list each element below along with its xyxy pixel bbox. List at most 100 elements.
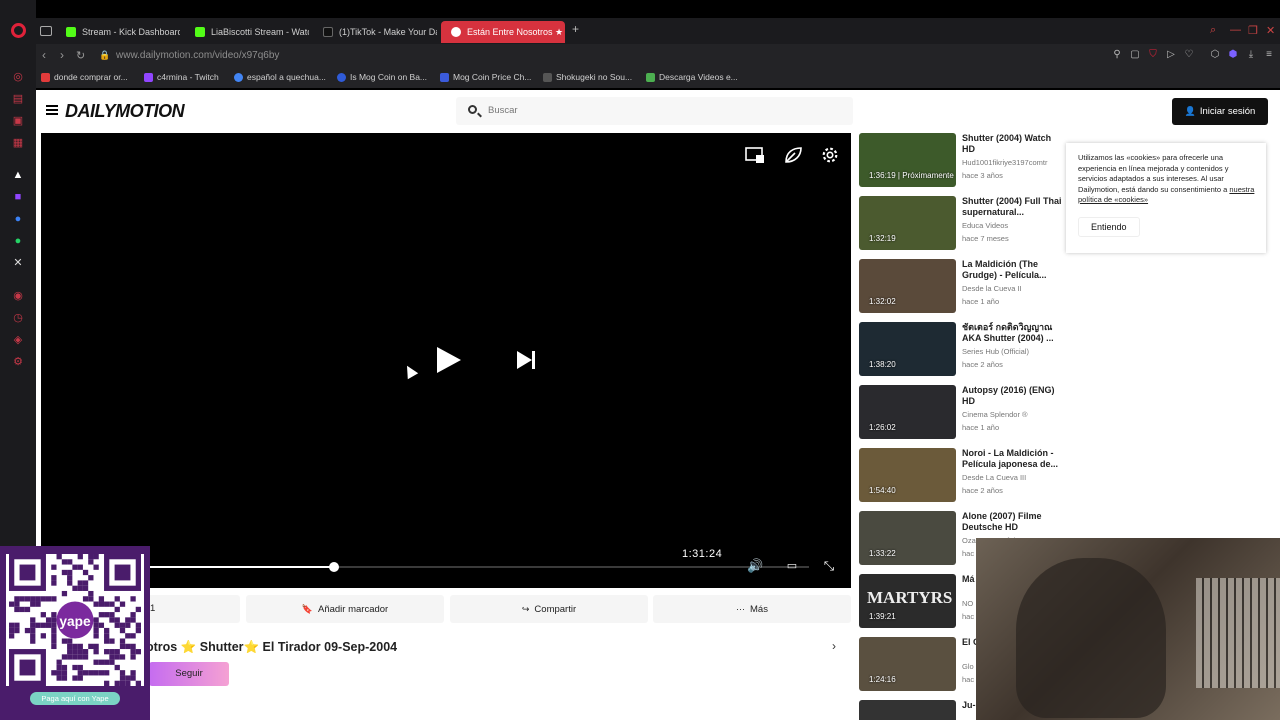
back-icon[interactable]: ‹	[42, 48, 46, 62]
related-title[interactable]: Alone (2007) Filme Deutsche HD	[962, 511, 1062, 532]
subtitles-icon[interactable]: ▭	[784, 558, 800, 574]
bookmarks-bar: donde comprar or... c4rmina - Twitch esp…	[36, 68, 1280, 88]
player-circle-icon[interactable]: ◉	[11, 289, 25, 303]
close-window-icon[interactable]: ✕	[1266, 24, 1275, 37]
whatsapp-icon[interactable]: ●	[11, 234, 25, 248]
forward-icon[interactable]: ›	[60, 48, 64, 62]
download-icon[interactable]: ⤓	[1245, 49, 1257, 61]
progress-bar[interactable]	[149, 562, 809, 572]
cast-icon[interactable]	[745, 146, 765, 164]
exit-fullscreen-icon[interactable]: ⤡	[821, 558, 837, 574]
next-video-icon[interactable]	[517, 351, 535, 369]
heart-icon[interactable]: ♡	[1183, 49, 1195, 61]
tab-dailymotion-active[interactable]: Están Entre Nosotros ★ Sh	[441, 21, 565, 43]
related-title[interactable]: Shutter (2004) Full Thai supernatural...	[962, 196, 1062, 217]
volume-icon[interactable]: 🔊	[747, 558, 763, 574]
twitch-icon[interactable]: ■	[11, 190, 25, 204]
play-icon[interactable]: ▷	[1165, 49, 1177, 61]
related-channel[interactable]: Hud1001fikriye3197comtr	[962, 158, 1058, 167]
tab-liabiscotti[interactable]: LiaBiscotti Stream - Watc	[185, 21, 309, 43]
video-thumbnail[interactable]	[859, 700, 956, 720]
video-thumbnail[interactable]: 1:54:40	[859, 448, 956, 502]
related-title[interactable]: Autopsy (2016) (ENG) HD	[962, 385, 1062, 406]
vpn-icon[interactable]: ⬢	[1227, 49, 1239, 61]
anime-favicon-icon	[543, 73, 552, 82]
player-icon[interactable]: ▦	[11, 136, 25, 150]
tab-kick-dashboard[interactable]: Stream - Kick Dashboard	[56, 21, 180, 43]
related-channel[interactable]: Desde La Cueva III	[962, 473, 1058, 482]
settings-icon[interactable]: ⚙	[11, 355, 25, 369]
wallet-icon[interactable]: ▣	[11, 114, 25, 128]
maximize-icon[interactable]: ❐	[1248, 24, 1258, 37]
progress-handle[interactable]	[328, 562, 339, 572]
tab-tiktok[interactable]: (1)TikTok - Make Your Da	[313, 21, 437, 43]
related-title[interactable]: Noroi - La Maldición - Película japonesa…	[962, 448, 1062, 469]
bookmark-item[interactable]: Shokugeki no Sou...	[543, 72, 632, 82]
extensions-puzzle-icon[interactable]: ⬡	[1209, 49, 1221, 61]
progress-fill	[149, 566, 334, 568]
hamburger-menu-icon[interactable]	[46, 105, 58, 115]
tab-title: LiaBiscotti Stream - Watc	[211, 27, 309, 37]
aria-icon[interactable]: ◎	[11, 70, 25, 84]
bookmark-button[interactable]: 🔖 Añadir marcador	[246, 595, 444, 623]
search-input[interactable]: Buscar	[456, 97, 853, 125]
video-thumbnail[interactable]: 1:36:19 | Próximamente	[859, 133, 956, 187]
workspace-icon[interactable]: ▤	[11, 92, 25, 106]
more-label: Más	[750, 604, 768, 615]
related-channel[interactable]: Series Hub (Official)	[962, 347, 1058, 356]
history-icon[interactable]: ◷	[11, 311, 25, 325]
bookmark-item[interactable]: donde comprar or...	[41, 72, 128, 82]
related-video-item[interactable]: 1:38:20 ชัตเตอร์ กดติดวิญญาณ AKA Shutter …	[859, 322, 1059, 378]
pin-icon[interactable]: ⚲	[1111, 49, 1123, 61]
share-button[interactable]: ↪ Compartir	[450, 595, 648, 623]
workspaces-icon[interactable]	[40, 26, 52, 36]
video-thumbnail[interactable]: 1:24:16	[859, 637, 956, 691]
messenger-icon[interactable]: ●	[11, 212, 25, 226]
related-channel[interactable]: Desde la Cueva II	[962, 284, 1058, 293]
reload-icon[interactable]: ↻	[76, 49, 85, 62]
eco-leaf-icon[interactable]	[783, 146, 803, 164]
related-video-item[interactable]: 1:32:19 Shutter (2004) Full Thai supernat…	[859, 196, 1062, 252]
search-tabs-icon[interactable]: ⌕	[1210, 24, 1216, 37]
opera-logo-icon[interactable]	[11, 23, 26, 38]
chevron-right-icon[interactable]: ›	[832, 639, 836, 653]
menu-icon[interactable]: ≡	[1263, 49, 1275, 61]
new-tab-icon[interactable]: +	[572, 22, 579, 36]
bookmark-item[interactable]: español a quechua...	[234, 72, 326, 82]
extensions-icon[interactable]: ◈	[11, 333, 25, 347]
related-video-item[interactable]: 1:26:02 Autopsy (2016) (ENG) HD Cinema Spl…	[859, 385, 1059, 441]
shield-icon[interactable]: ⛉	[1147, 49, 1159, 61]
follow-button[interactable]: Seguir	[149, 662, 229, 686]
like-button[interactable]: 1	[146, 595, 240, 623]
bookmark-item[interactable]: Descarga Videos e...	[646, 72, 738, 82]
related-title[interactable]: Shutter (2004) Watch HD	[962, 133, 1062, 154]
play-icon[interactable]	[437, 347, 461, 373]
video-thumbnail[interactable]: 1:32:02	[859, 259, 956, 313]
related-channel[interactable]: Educa Videos	[962, 221, 1058, 230]
related-channel[interactable]: Cinema Splendor ®	[962, 410, 1058, 419]
video-thumbnail[interactable]: 1:38:20	[859, 322, 956, 376]
x-icon[interactable]: ✕	[11, 256, 25, 270]
related-title[interactable]: ชัตเตอร์ กดติดวิญญาณ AKA Shutter (2004) …	[962, 322, 1062, 343]
video-thumbnail[interactable]: 1:32:19	[859, 196, 956, 250]
minimize-icon[interactable]: —	[1230, 24, 1241, 36]
snapshot-icon[interactable]: ▢	[1129, 49, 1141, 61]
bookmark-item[interactable]: Is Mog Coin on Ba...	[337, 72, 427, 82]
cookie-accept-button[interactable]: Entiendo	[1078, 217, 1140, 237]
login-button[interactable]: 👤 Iniciar sesión	[1172, 98, 1268, 125]
related-video-item[interactable]: 1:36:19 | Próximamente Shutter (2004) Wat…	[859, 133, 1059, 189]
video-thumbnail[interactable]: 1:33:22	[859, 511, 956, 565]
settings-gear-icon[interactable]	[820, 146, 840, 164]
video-thumbnail[interactable]: 1:26:02	[859, 385, 956, 439]
related-video-item[interactable]: 1:54:40 Noroi - La Maldición - Película j…	[859, 448, 1059, 504]
video-thumbnail[interactable]: MARTYRS 1:39:21	[859, 574, 956, 628]
bookmark-item[interactable]: c4rmina - Twitch	[144, 72, 219, 82]
more-button[interactable]: ··· Más	[653, 595, 851, 623]
related-title[interactable]: La Maldición (The Grudge) - Película...	[962, 259, 1062, 280]
video-player[interactable]: 1:31:24 🔊 ▭ ⤡	[41, 133, 851, 588]
related-video-item[interactable]: 1:32:02 La Maldición (The Grudge) - Pelíc…	[859, 259, 1059, 315]
site-logo[interactable]: DAILYMOTION	[65, 101, 185, 122]
arc-icon[interactable]: ▲	[11, 168, 25, 182]
url-field[interactable]: www.dailymotion.com/video/x97q6by	[116, 50, 279, 61]
bookmark-item[interactable]: Mog Coin Price Ch...	[440, 72, 531, 82]
